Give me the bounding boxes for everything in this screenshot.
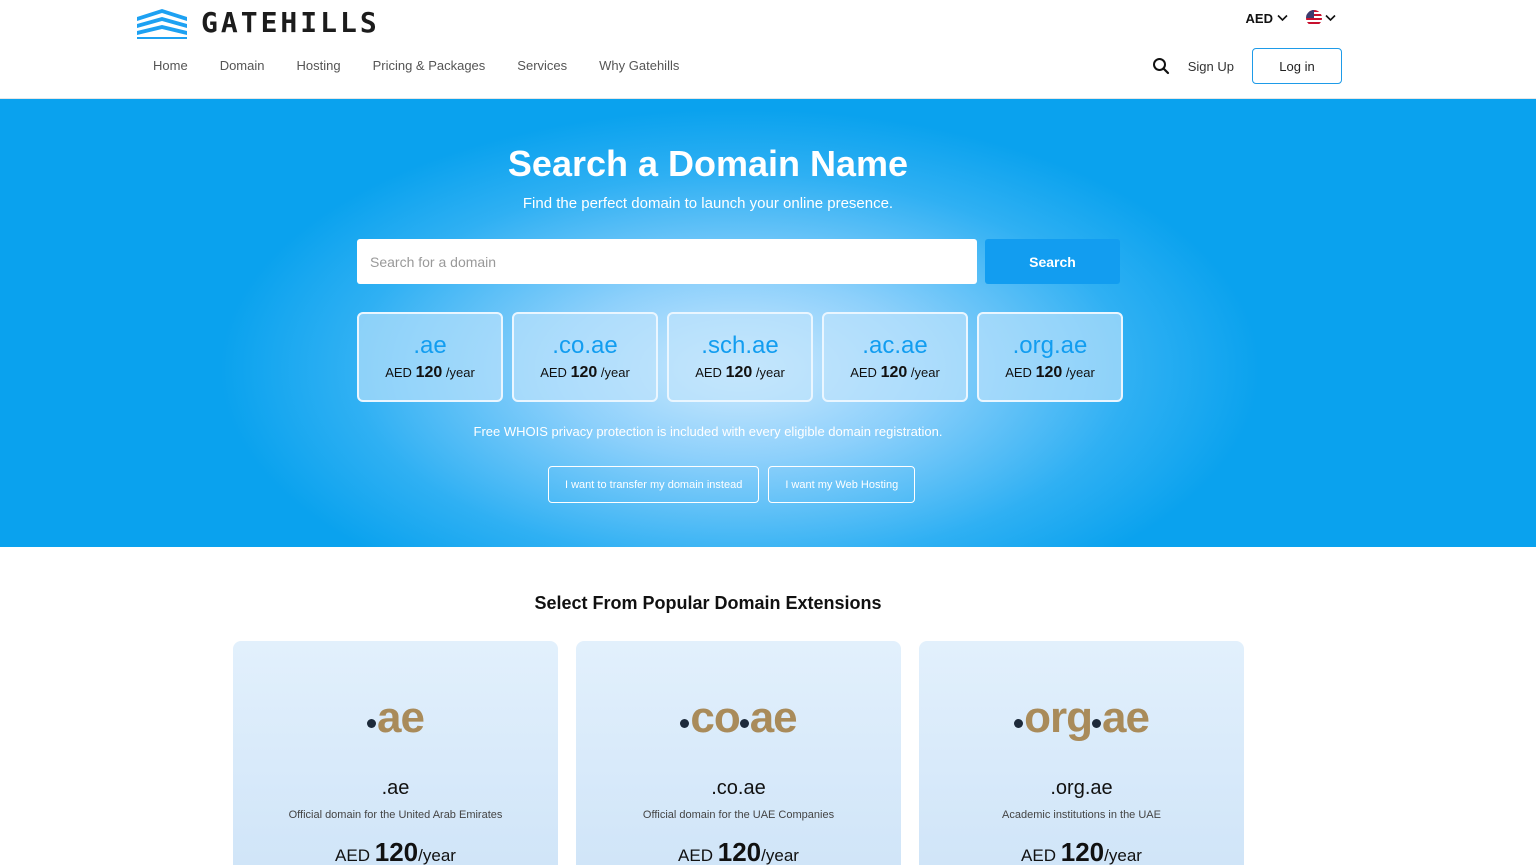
signup-link[interactable]: Sign Up [1188,59,1234,74]
extension-logo: ae [233,693,558,743]
extension-description: Official domain for the UAE Companies [642,809,835,821]
brand-logo[interactable]: GATEHILLS [135,6,380,39]
domain-search-input[interactable] [357,239,977,284]
tld-price: AED 120 /year [1005,364,1095,381]
extension-card[interactable]: co ae .co.ae Official domain for the UAE … [576,641,901,865]
tld-name: .co.ae [552,332,618,359]
extension-card[interactable]: ae .ae Official domain for the United Ar… [233,641,558,865]
nav-home[interactable]: Home [153,58,188,73]
tld-price: AED 120 /year [850,364,940,381]
hero-subtitle: Find the perfect domain to launch your o… [522,195,894,212]
chevron-down-icon [1277,14,1288,22]
tld-price: AED 120 /year [385,364,475,381]
tld-card[interactable]: .sch.ae AED 120 /year [667,312,813,402]
extension-logo: org ae [919,693,1244,743]
language-selector[interactable] [1306,10,1336,26]
currency-label: AED [1245,10,1273,26]
tld-price: AED 120 /year [695,364,785,381]
extension-logo: co ae [576,693,901,743]
extension-price: AED 120/year [1021,837,1142,865]
tld-price-list: .ae AED 120 /year .co.ae AED 120 /year .… [357,312,1123,402]
web-hosting-button[interactable]: I want my Web Hosting [768,466,916,503]
popular-extensions-title: Select From Popular Domain Extensions [534,593,882,613]
tld-card[interactable]: .ae AED 120 /year [357,312,503,402]
search-button[interactable]: Search [985,239,1120,284]
site-header: GATEHILLS AED Home Domain Hosting Pricin… [0,0,1536,99]
tld-name: .ac.ae [862,332,928,359]
extension-name: .org.ae [1050,777,1113,799]
extension-card[interactable]: org ae .org.ae Academic institutions in t… [919,641,1244,865]
hero-title: Search a Domain Name [507,143,909,184]
tld-name: .org.ae [1012,332,1088,359]
chevron-down-icon [1325,14,1336,22]
tld-name: .sch.ae [701,332,779,359]
nav-domain[interactable]: Domain [220,58,265,73]
popular-extension-cards: ae .ae Official domain for the United Ar… [233,641,1244,865]
tld-name: .ae [413,332,447,359]
extension-price: AED 120/year [335,837,456,865]
tld-card[interactable]: .ac.ae AED 120 /year [822,312,968,402]
extension-name: .co.ae [711,777,766,799]
extension-description: Academic institutions in the UAE [1002,809,1161,821]
tld-price: AED 120 /year [540,364,630,381]
nav-why-gatehills[interactable]: Why Gatehills [599,58,679,73]
nav-pricing[interactable]: Pricing & Packages [373,58,486,73]
search-icon[interactable] [1152,57,1170,75]
login-button[interactable]: Log in [1252,48,1342,84]
extension-description: Official domain for the United Arab Emir… [288,809,503,821]
tld-card[interactable]: .co.ae AED 120 /year [512,312,658,402]
transfer-domain-button[interactable]: I want to transfer my domain instead [548,466,760,503]
whois-note: Free WHOIS privacy protection is include… [473,424,943,439]
gatehills-logo-icon [137,8,187,39]
tld-card[interactable]: .org.ae AED 120 /year [977,312,1123,402]
us-flag-icon [1306,10,1322,26]
domain-search-hero: Search a Domain Name Find the perfect do… [0,99,1536,547]
extension-price: AED 120/year [678,837,799,865]
main-nav: Home Domain Hosting Pricing & Packages S… [153,58,679,73]
extension-name: .ae [381,777,410,799]
nav-hosting[interactable]: Hosting [296,58,340,73]
hero-action-buttons: I want to transfer my domain instead I w… [548,466,916,503]
currency-selector[interactable]: AED [1246,11,1288,26]
nav-services[interactable]: Services [517,58,567,73]
brand-name: GATEHILLS [201,6,380,39]
